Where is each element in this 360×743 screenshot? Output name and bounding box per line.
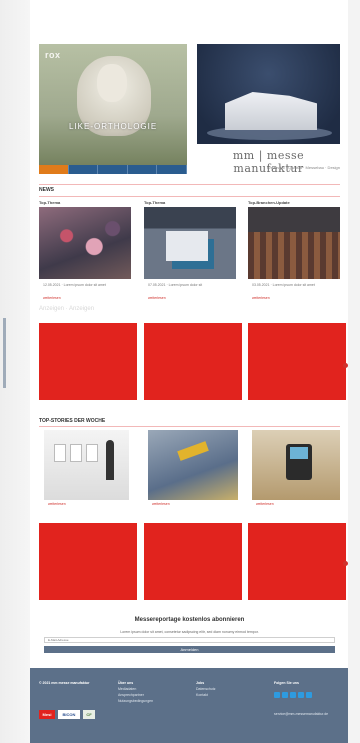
sheep-head — [97, 64, 127, 102]
person-figure — [106, 440, 114, 480]
brand-title: mm | messe manufaktur — [232, 149, 305, 175]
newsletter-email-input[interactable] — [44, 637, 335, 643]
hero-nav-item[interactable] — [157, 165, 187, 174]
page: rox LIKE-ORTHOLOGIE mm | messe manufaktu… — [30, 0, 348, 743]
partner-logo[interactable]: BICON — [58, 710, 80, 719]
ad-block[interactable] — [144, 523, 242, 600]
featured-link[interactable]: weiterlesen — [152, 502, 170, 506]
news-card-image[interactable] — [144, 207, 236, 279]
footer-col-1: © 2021 mm messe manufaktur — [39, 680, 89, 686]
footer-contact-email[interactable]: service@mm-messemanufaktur.de — [274, 712, 328, 716]
featured-link[interactable]: weiterlesen — [256, 502, 274, 506]
newsletter-title: Messereportage kostenlos abonnieren — [134, 617, 245, 623]
news-card-link[interactable]: weiterlesen — [148, 296, 166, 300]
page-background — [0, 0, 30, 743]
news-card-image[interactable] — [248, 207, 340, 279]
footer: © 2021 mm messe manufaktur Mesi BICON CF… — [30, 668, 348, 743]
featured-image[interactable] — [252, 430, 340, 500]
hero-nav-item[interactable] — [128, 165, 158, 174]
carousel-dot[interactable] — [343, 363, 348, 368]
section-divider — [39, 426, 340, 427]
hero-nav-item[interactable] — [98, 165, 128, 174]
hero-nav-item[interactable] — [39, 165, 69, 174]
linkedin-icon[interactable] — [298, 692, 304, 698]
ad-block[interactable] — [144, 323, 242, 400]
news-card-link[interactable]: weiterlesen — [252, 296, 270, 300]
hero-nav-item[interactable] — [69, 165, 99, 174]
twitter-icon[interactable] — [282, 692, 288, 698]
section-divider — [39, 196, 340, 197]
featured-section-title: TOP-STORIES DER WOCHE — [39, 418, 106, 424]
featured-image[interactable] — [44, 430, 129, 500]
ad-block[interactable] — [248, 523, 346, 600]
robot-arm — [177, 441, 209, 461]
footer-link[interactable]: Kontakt — [196, 692, 215, 698]
facebook-icon[interactable] — [274, 692, 280, 698]
section-divider — [39, 184, 340, 185]
faded-heading: Anzeigen · Anzeigen — [39, 306, 95, 312]
news-card-label: Top-Thema — [39, 200, 61, 205]
partner-logo[interactable]: CF — [83, 710, 95, 719]
xing-icon[interactable] — [290, 692, 296, 698]
youtube-icon[interactable] — [306, 692, 312, 698]
footer-col-3: Jobs Datenschutz Kontakt — [196, 680, 215, 698]
news-section-title: NEWS — [39, 187, 54, 193]
news-card-meta: 07.05.2021 · Lorem ipsum dolor sit — [148, 283, 203, 287]
display-panel — [54, 444, 66, 462]
news-card-link[interactable]: weiterlesen — [43, 296, 61, 300]
news-card-label: Top-Branchen-Update — [248, 200, 290, 205]
hero-left-logo: rox — [45, 50, 61, 60]
ad-block[interactable] — [248, 323, 346, 400]
footer-social-title: Folgen Sie uns — [274, 681, 299, 685]
display-panel — [86, 444, 98, 462]
featured-link[interactable]: weiterlesen — [48, 502, 66, 506]
partner-logo[interactable]: Mesi — [39, 710, 55, 719]
hero-left-banner[interactable]: rox LIKE-ORTHOLOGIE — [39, 44, 187, 174]
footer-link[interactable]: Nutzungsbedingungen — [118, 698, 153, 704]
footer-col-4: Folgen Sie uns — [274, 680, 299, 686]
expo-booth — [166, 231, 208, 261]
news-card-meta: 12.05.2021 · Lorem ipsum dolor sit amet — [43, 283, 106, 287]
footer-copyright: © 2021 mm messe manufaktur — [39, 681, 90, 685]
hero-nav-bar — [39, 165, 187, 174]
news-card-label: Top-Thema — [144, 200, 166, 205]
newsletter-submit-button[interactable]: Anmelden — [44, 646, 335, 653]
ad-block[interactable] — [39, 523, 137, 600]
carousel-dot[interactable] — [343, 561, 348, 566]
footer-col-2: Über uns Mediadaten Ansprechpartner Nutz… — [118, 680, 153, 704]
ad-block[interactable] — [39, 323, 137, 400]
terminal-screen — [290, 447, 308, 459]
hero-left-tagline: LIKE-ORTHOLOGIE — [69, 122, 158, 131]
newsletter-text: Lorem ipsum dolor sit amet, consetetur s… — [120, 630, 259, 634]
featured-image[interactable] — [148, 430, 238, 500]
side-marker — [3, 318, 6, 388]
hero-right-banner[interactable] — [197, 44, 340, 144]
news-card-meta: 03.05.2021 · Lorem ipsum dolor sit amet — [252, 283, 315, 287]
booth-image — [225, 92, 317, 130]
news-card-image[interactable] — [39, 207, 131, 279]
display-panel — [70, 444, 82, 462]
brand-subtitle: Kreativität · Qualität · Messebau · Desi… — [266, 165, 340, 170]
